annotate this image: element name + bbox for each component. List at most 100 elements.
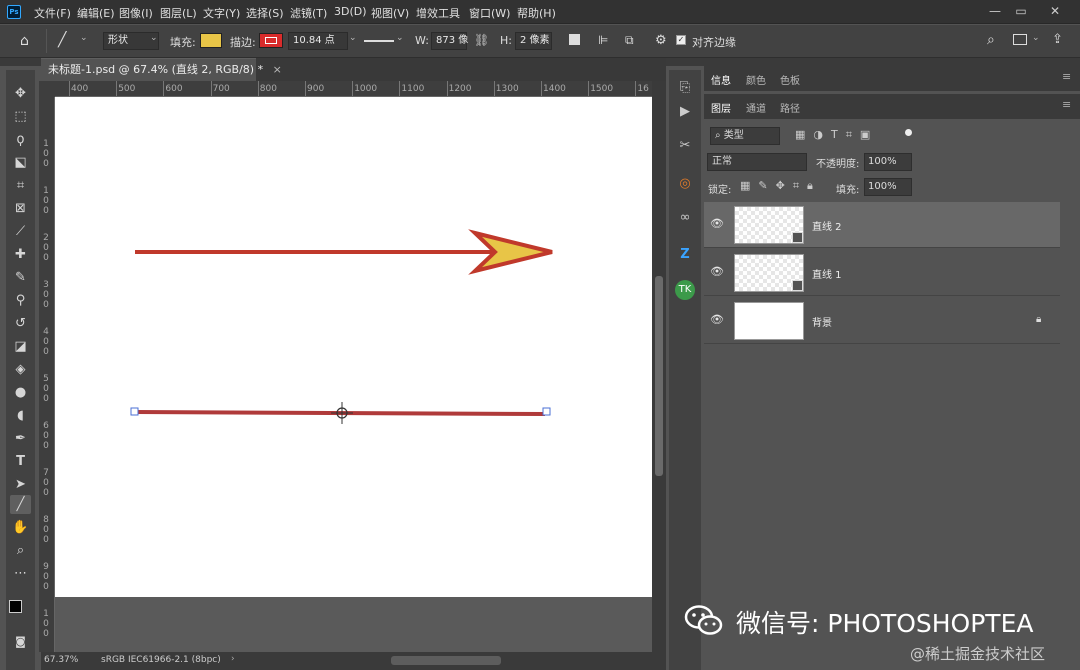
chevron-down-icon[interactable]: ⌄ <box>396 33 404 43</box>
menu-layer[interactable]: 图层(L) <box>160 5 197 21</box>
healing-brush-tool-icon[interactable]: ✚ <box>10 245 31 264</box>
menu-window[interactable]: 窗口(W) <box>469 5 510 21</box>
workspace-icon[interactable] <box>1013 34 1027 45</box>
canvas-area[interactable] <box>55 97 652 652</box>
pen-tool-icon[interactable]: ✒ <box>10 429 31 448</box>
menu-help[interactable]: 帮助(H) <box>517 5 556 21</box>
tab-color[interactable]: 颜色 <box>746 72 766 87</box>
menu-image[interactable]: 图像(I) <box>119 5 153 21</box>
plugin-z-icon[interactable]: Z <box>675 245 695 265</box>
eye-icon[interactable]: 👁︎ <box>710 313 724 327</box>
lock-icons[interactable]: ▦✎✥⌗🔒︎ <box>740 179 821 193</box>
close-tab-icon[interactable]: × <box>273 63 282 76</box>
chevron-down-icon[interactable]: ⌄ <box>349 33 357 43</box>
plugin-tk-icon[interactable]: TK <box>675 280 695 300</box>
layer-name[interactable]: 直线 2 <box>812 218 842 233</box>
menu-filter[interactable]: 滤镜(T) <box>290 5 327 21</box>
height-input[interactable]: 2 像素 <box>515 32 552 50</box>
path-arrangement-icon[interactable]: ⧉ <box>625 33 634 48</box>
layer-name[interactable]: 背景 <box>812 314 832 329</box>
layer-filter-select[interactable]: ⌕ 类型 <box>710 127 780 145</box>
status-menu-chevron-icon[interactable]: › <box>231 654 235 664</box>
document-tab[interactable]: 未标题-1.psd @ 67.4% (直线 2, RGB/8) * × <box>41 58 282 81</box>
search-icon[interactable]: ⌕ <box>987 32 995 48</box>
stamp-tool-icon[interactable]: ⚲ <box>10 291 31 310</box>
eye-icon[interactable]: 👁︎ <box>710 265 724 279</box>
align-edges-checkbox[interactable]: ✓ <box>676 35 686 45</box>
marquee-tool-icon[interactable]: ⬚ <box>10 107 31 126</box>
actions-panel-icon[interactable]: ▶ <box>675 102 695 122</box>
quick-mask-icon[interactable]: ◙ <box>10 632 31 651</box>
crop-tool-icon[interactable]: ⌗ <box>10 176 31 195</box>
zoom-level[interactable]: 67.37% <box>44 655 78 665</box>
menu-view[interactable]: 视图(V) <box>371 5 409 21</box>
opacity-input[interactable]: 100% <box>864 153 912 171</box>
stroke-swatch[interactable] <box>259 33 283 48</box>
share-icon[interactable]: ⇪ <box>1052 32 1063 47</box>
blend-mode-select[interactable]: 正常 <box>707 153 807 171</box>
anchor-point-right[interactable] <box>542 407 551 416</box>
move-tool-icon[interactable]: ✥ <box>10 84 31 103</box>
home-icon[interactable]: ⌂ <box>20 33 36 49</box>
path-selection-tool-icon[interactable]: ➤ <box>10 475 31 494</box>
horizontal-ruler[interactable]: 400 500 600 700 800 900 1000 1100 1200 1300 1400 15… <box>55 81 652 97</box>
more-tools-icon[interactable]: ⋯ <box>10 564 31 583</box>
menu-file[interactable]: 文件(F) <box>34 5 71 21</box>
menu-type[interactable]: 文字(Y) <box>203 5 240 21</box>
paint-bucket-tool-icon[interactable]: ◈ <box>10 360 31 379</box>
tool-presets-icon[interactable]: ✂ <box>675 136 695 156</box>
zoom-tool-icon[interactable]: ⌕ <box>10 541 31 560</box>
tab-swatches[interactable]: 色板 <box>780 72 800 87</box>
menu-edit[interactable]: 编辑(E) <box>77 5 115 21</box>
blur-tool-icon[interactable]: ● <box>10 383 31 402</box>
menu-plugins[interactable]: 增效工具 <box>416 5 460 21</box>
line-tool-preset-icon[interactable]: ╱ <box>58 32 78 50</box>
plugin-link-icon[interactable]: ∞ <box>675 208 695 228</box>
hand-tool-icon[interactable]: ✋ <box>10 518 31 537</box>
eye-icon[interactable]: 👁︎ <box>710 217 724 231</box>
chevron-down-icon[interactable]: ⌄ <box>1032 33 1040 43</box>
history-brush-tool-icon[interactable]: ↺ <box>10 314 31 333</box>
horizontal-scrollbar-thumb[interactable] <box>391 656 501 665</box>
eyedropper-tool-icon[interactable]: ⟋ <box>10 222 31 241</box>
gear-icon[interactable]: ⚙ <box>655 33 667 48</box>
layer-row-line2[interactable]: 👁︎ 直线 2 <box>704 202 1060 248</box>
layer-filter-icons[interactable]: ▦◑T⌗▣ <box>795 128 878 142</box>
menu-select[interactable]: 选择(S) <box>246 5 284 21</box>
close-icon[interactable]: ✕ <box>1045 3 1065 19</box>
brush-tool-icon[interactable]: ✎ <box>10 268 31 287</box>
filter-toggle-icon[interactable] <box>905 129 912 136</box>
frame-tool-icon[interactable]: ⊠ <box>10 199 31 218</box>
document-canvas[interactable] <box>55 97 652 597</box>
history-panel-icon[interactable]: ⎘ <box>675 78 695 98</box>
dodge-tool-icon[interactable]: ◖ <box>10 406 31 425</box>
scrollbar-thumb[interactable] <box>655 276 663 476</box>
path-operations-icon[interactable] <box>569 34 580 45</box>
maximize-icon[interactable]: ▭ <box>1011 3 1031 19</box>
panel-menu-icon[interactable]: ≡ <box>1062 98 1071 111</box>
line-tool-icon[interactable]: ╱ <box>10 495 31 514</box>
chevron-down-icon[interactable]: ⌄ <box>80 33 88 43</box>
tab-layers[interactable]: 图层 <box>711 100 731 115</box>
minimize-icon[interactable]: — <box>985 3 1005 19</box>
anchor-point-left[interactable] <box>130 407 139 416</box>
panel-menu-icon[interactable]: ≡ <box>1062 70 1071 83</box>
lasso-tool-icon[interactable]: ϙ <box>10 130 31 149</box>
tab-channels[interactable]: 通道 <box>746 100 766 115</box>
object-select-tool-icon[interactable]: ⬕ <box>10 153 31 172</box>
vertical-ruler[interactable]: 1001002003004005006007008009001000 <box>39 97 55 666</box>
plugin-orange-icon[interactable]: ◎ <box>675 174 695 194</box>
layer-row-background[interactable]: 👁︎ 背景 🔒︎ <box>704 298 1060 344</box>
tab-paths[interactable]: 路径 <box>780 100 800 115</box>
fill-input[interactable]: 100% <box>864 178 912 196</box>
width-input[interactable]: 873 像 <box>431 32 468 50</box>
layer-name[interactable]: 直线 1 <box>812 266 842 281</box>
type-tool-icon[interactable]: T <box>10 452 31 471</box>
foreground-color-swatch[interactable] <box>9 600 22 613</box>
tab-info[interactable]: 信息 <box>711 72 731 87</box>
menu-3d[interactable]: 3D(D) <box>334 5 367 18</box>
vertical-scrollbar[interactable] <box>652 81 666 652</box>
path-alignment-icon[interactable]: ⊫ <box>598 33 608 47</box>
fill-swatch[interactable] <box>200 33 222 48</box>
link-icon[interactable]: ⛓ <box>474 33 489 47</box>
